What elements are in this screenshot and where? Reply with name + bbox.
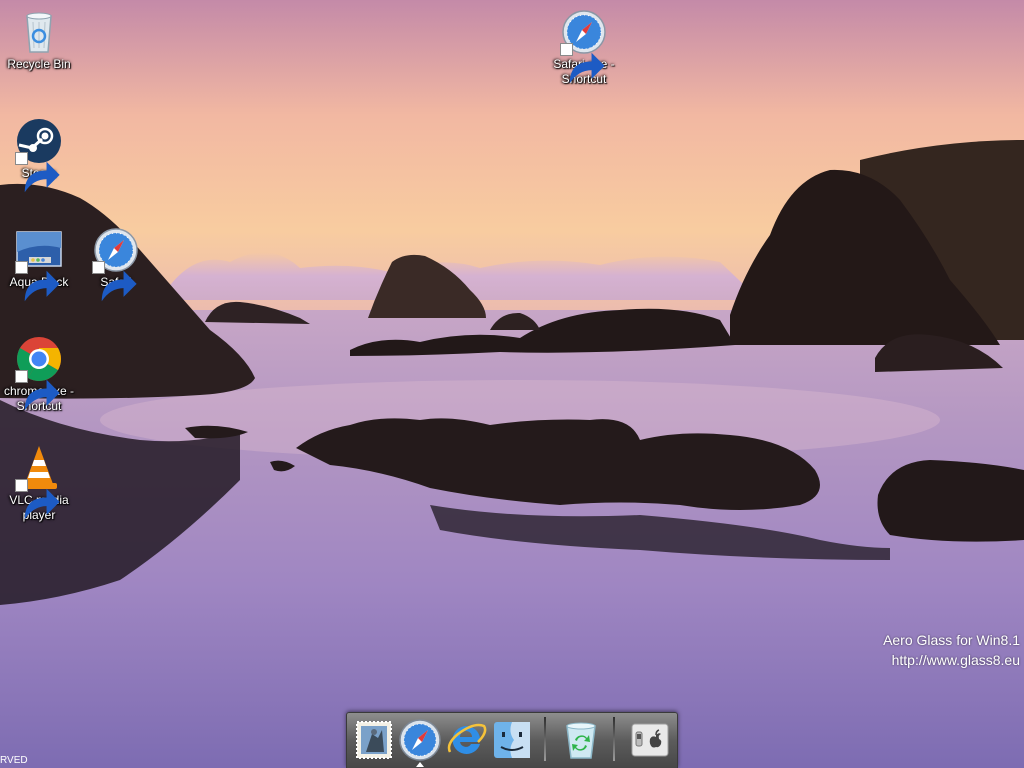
aqua-dock-icon [15, 226, 63, 302]
shortcut-arrow-icon [560, 43, 605, 84]
chrome-icon [15, 335, 63, 411]
desktop-icon-chrome[interactable]: chrome.exe - Shortcut [0, 335, 78, 414]
desktop-icon-recycle-bin[interactable]: Recycle Bin [0, 8, 78, 72]
dock-item-mail[interactable] [352, 718, 396, 762]
dock-item-recycle-bin[interactable] [559, 718, 603, 762]
desktop-icon-aqua-dock[interactable]: Aqua Dock [0, 226, 78, 302]
shortcut-arrow-icon [15, 479, 60, 520]
safari-icon [560, 8, 608, 84]
watermark-line-1: Aero Glass for Win8.1 [883, 632, 1020, 648]
aero-glass-watermark: Aero Glass for Win8.1 http://www.glass8.… [883, 630, 1020, 670]
shortcut-arrow-icon [15, 370, 60, 411]
dock-item-internet-explorer[interactable] [444, 718, 488, 762]
dock-item-system[interactable] [628, 718, 672, 762]
dock [346, 712, 678, 768]
dock-separator [613, 717, 615, 761]
apple-switch-icon [631, 723, 669, 757]
shortcut-arrow-icon [92, 261, 137, 302]
shortcut-arrow-icon [15, 152, 60, 193]
vlc-icon [15, 444, 63, 520]
dock-separator [544, 717, 546, 761]
desktop-icon-label: Recycle Bin [7, 57, 71, 71]
desktop-icon-safari[interactable]: Safari [77, 226, 155, 302]
desktop-wallpaper [0, 0, 1024, 768]
desktop-icon-steam[interactable]: Steam [0, 117, 78, 193]
safari-icon [92, 226, 140, 302]
desktop-icon-vlc[interactable]: VLC media player [0, 444, 78, 523]
dock-running-indicator [416, 762, 424, 767]
desktop-icon-safari-exe[interactable]: Safari.exe - Shortcut [545, 8, 623, 87]
dock-item-safari[interactable] [398, 718, 442, 762]
mail-stamp-icon [356, 721, 392, 759]
finder-icon [494, 722, 530, 758]
steam-icon [15, 117, 63, 193]
bottom-left-text: RVED [0, 755, 28, 766]
safari-compass-icon [399, 719, 441, 761]
recycle-bin-icon [15, 8, 63, 56]
trash-recycle-icon [566, 722, 596, 759]
shortcut-arrow-icon [15, 261, 60, 302]
watermark-line-2: http://www.glass8.eu [891, 652, 1020, 668]
dock-item-finder[interactable] [490, 718, 534, 762]
internet-explorer-icon [447, 723, 487, 754]
